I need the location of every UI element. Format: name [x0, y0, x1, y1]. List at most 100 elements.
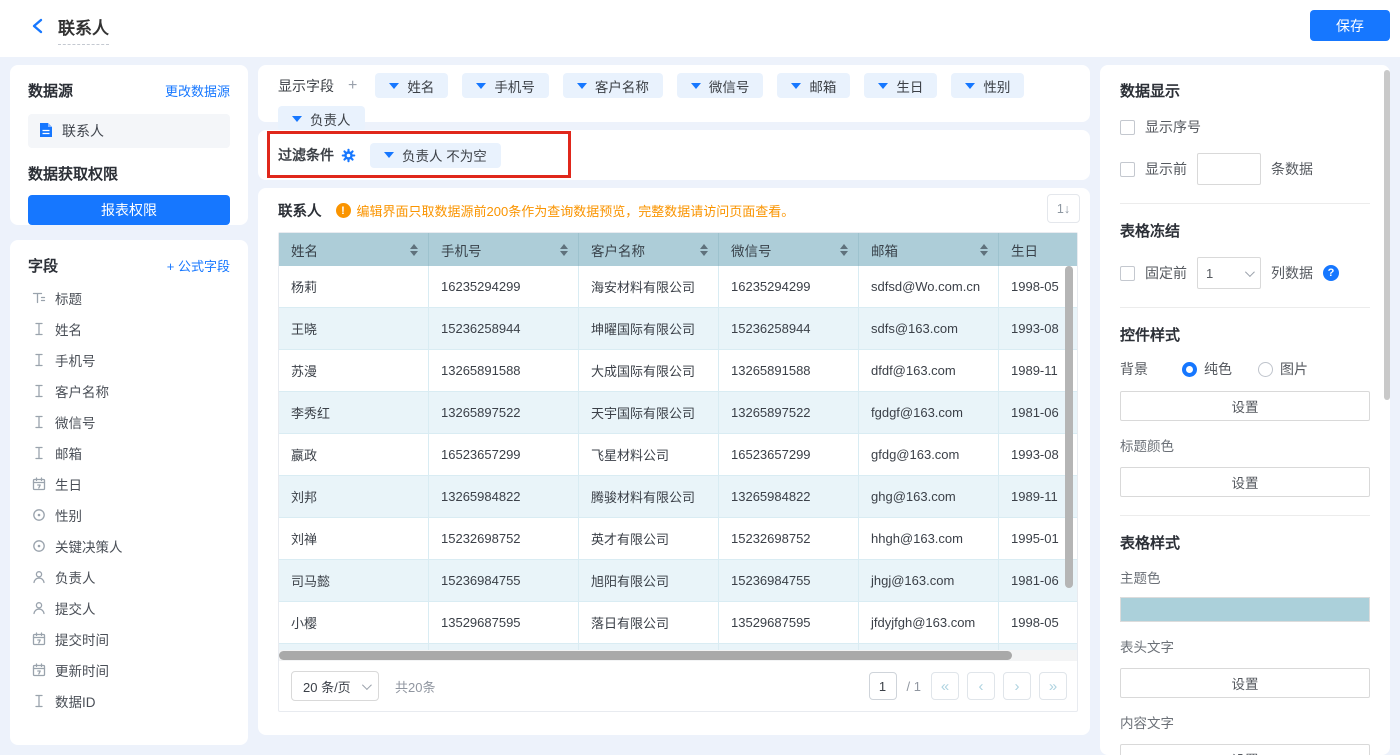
freeze-count-select[interactable]: 1 — [1197, 257, 1261, 289]
field-item[interactable]: 性别 — [28, 499, 230, 530]
table-row: 刘邦 13265984822 腾骏材料有限公司 13265984822 ghg@163.… — [279, 476, 1077, 518]
display-field-chip[interactable]: 性别 — [951, 73, 1025, 98]
vertical-scrollbar[interactable] — [1065, 266, 1073, 650]
field-item[interactable]: 提交人 — [28, 592, 230, 623]
freeze-checkbox[interactable] — [1120, 265, 1135, 281]
report-permission-button[interactable]: 报表权限 — [28, 195, 230, 225]
show-first-checkbox[interactable] — [1120, 161, 1135, 177]
field-item-label: 邮箱 — [55, 446, 82, 462]
table-cell: 杨莉 — [279, 266, 429, 308]
prev-page-button[interactable]: ‹ — [967, 672, 995, 700]
field-item[interactable]: 手机号 — [28, 344, 230, 375]
page-size-select[interactable]: 20 条/页 — [291, 671, 379, 701]
sort-order-tool-button[interactable]: 1↓ — [1047, 194, 1080, 223]
column-header[interactable]: 微信号 — [719, 233, 859, 266]
header-text-label: 表头文字 — [1120, 640, 1174, 655]
display-field-chip[interactable]: 邮箱 — [777, 73, 851, 98]
page-title[interactable]: 联系人 — [58, 14, 109, 45]
back-chevron-icon — [31, 18, 44, 39]
person-icon — [32, 570, 46, 584]
datasource-item[interactable]: 联系人 — [28, 114, 230, 148]
vertical-scrollbar-thumb[interactable] — [1065, 266, 1073, 588]
field-item[interactable]: 生日 — [28, 468, 230, 499]
display-field-chip[interactable]: 负责人 — [278, 106, 365, 131]
column-header[interactable]: 邮箱 — [859, 233, 999, 266]
display-field-chip[interactable]: 生日 — [864, 73, 938, 98]
formula-field-link[interactable]: + 公式字段 — [167, 256, 230, 275]
table-cell: 13529687595 — [719, 602, 859, 644]
column-header[interactable]: 客户名称 — [579, 233, 719, 266]
filter-gear-icon[interactable] — [341, 148, 356, 163]
first-page-button[interactable]: « — [931, 672, 959, 700]
chip-label: 生日 — [896, 79, 924, 95]
sort-arrows-icon[interactable] — [980, 243, 988, 256]
freeze-prefix: 固定前 — [1145, 265, 1187, 281]
background-set-button[interactable]: 设置 — [1120, 391, 1370, 421]
sort-arrows-icon[interactable] — [560, 243, 568, 256]
field-item[interactable]: 标题 — [28, 282, 230, 313]
title-color-set-button[interactable]: 设置 — [1120, 467, 1370, 497]
table-cell: 腾骏材料有限公司 — [579, 476, 719, 518]
change-datasource-link[interactable]: 更改数据源 — [165, 81, 230, 100]
filter-panel: 过滤条件 负责人 不为空 — [258, 130, 1090, 180]
display-field-chip[interactable]: 客户名称 — [562, 73, 663, 98]
field-item[interactable]: 客户名称 — [28, 375, 230, 406]
field-item[interactable]: 姓名 — [28, 313, 230, 344]
sort-arrows-icon[interactable] — [840, 243, 848, 256]
field-item[interactable]: 关键决策人 — [28, 530, 230, 561]
display-field-chip[interactable]: 微信号 — [676, 73, 764, 98]
field-item[interactable]: 提交时间 — [28, 623, 230, 654]
chevron-down-icon — [361, 679, 372, 690]
last-page-button[interactable]: » — [1039, 672, 1067, 700]
field-item[interactable]: 负责人 — [28, 561, 230, 592]
next-page-button[interactable]: › — [1003, 672, 1031, 700]
table-cell: jfdyjfgh@163.com — [859, 602, 999, 644]
table-cell: 王晓 — [279, 308, 429, 350]
help-icon[interactable]: ? — [1323, 265, 1339, 281]
show-index-checkbox[interactable] — [1120, 119, 1135, 135]
table-cell: 苏漫 — [279, 350, 429, 392]
column-header[interactable]: 姓名 — [279, 233, 429, 266]
widget-style-heading: 控件样式 — [1120, 327, 1181, 344]
sort-arrows-icon[interactable] — [410, 243, 418, 256]
field-item[interactable]: 邮箱 — [28, 437, 230, 468]
field-item[interactable]: 微信号 — [28, 406, 230, 437]
table-cell: 15236258944 — [719, 308, 859, 350]
add-display-field-button[interactable]: + — [348, 77, 357, 95]
display-field-chip[interactable]: 姓名 — [375, 73, 449, 98]
table-cell: 大成国际有限公司 — [579, 350, 719, 392]
fields-heading: 字段 — [28, 258, 59, 275]
field-item[interactable]: 更新时间 — [28, 654, 230, 685]
solid-color-radio[interactable] — [1182, 361, 1197, 377]
table-cell: 13265897522 — [719, 392, 859, 434]
solid-color-label[interactable]: 纯色 — [1204, 359, 1232, 379]
horizontal-scrollbar[interactable] — [279, 650, 1077, 661]
theme-color-swatch[interactable] — [1120, 597, 1370, 622]
total-count: 共20条 — [395, 679, 436, 695]
show-first-prefix: 显示前 — [1145, 161, 1187, 177]
table-row: 王晓 15236258944 坤曜国际有限公司 15236258944 sdfs@163… — [279, 308, 1077, 350]
back-button[interactable] — [26, 17, 48, 39]
table-row: 李秀红 13265897522 天宇国际有限公司 13265897522 fgdgf@1… — [279, 392, 1077, 434]
column-header[interactable]: 手机号 — [429, 233, 579, 266]
save-button[interactable]: 保存 — [1310, 10, 1390, 41]
display-field-chip[interactable]: 手机号 — [462, 73, 549, 98]
current-page-input[interactable]: 1 — [868, 672, 897, 700]
sort-arrows-icon[interactable] — [700, 243, 708, 256]
content-text-set-button[interactable]: 设置 — [1120, 744, 1370, 755]
field-item[interactable]: 数据ID — [28, 685, 230, 716]
column-header[interactable]: 生日 — [999, 233, 1077, 266]
table-cell: 刘禅 — [279, 518, 429, 560]
settings-scrollbar-thumb[interactable] — [1384, 70, 1390, 400]
filter-condition-chip[interactable]: 负责人 不为空 — [370, 142, 501, 168]
field-item-label: 微信号 — [55, 415, 96, 431]
header-text-set-button[interactable]: 设置 — [1120, 668, 1370, 698]
filter-label: 过滤条件 — [278, 147, 334, 163]
image-radio[interactable] — [1258, 361, 1273, 377]
image-label[interactable]: 图片 — [1280, 359, 1308, 379]
show-first-count-input[interactable] — [1197, 153, 1261, 185]
column-header-label: 手机号 — [441, 243, 482, 259]
horizontal-scrollbar-thumb[interactable] — [279, 651, 1012, 660]
chevron-down-icon — [292, 115, 302, 122]
field-item-label: 姓名 — [55, 322, 82, 338]
